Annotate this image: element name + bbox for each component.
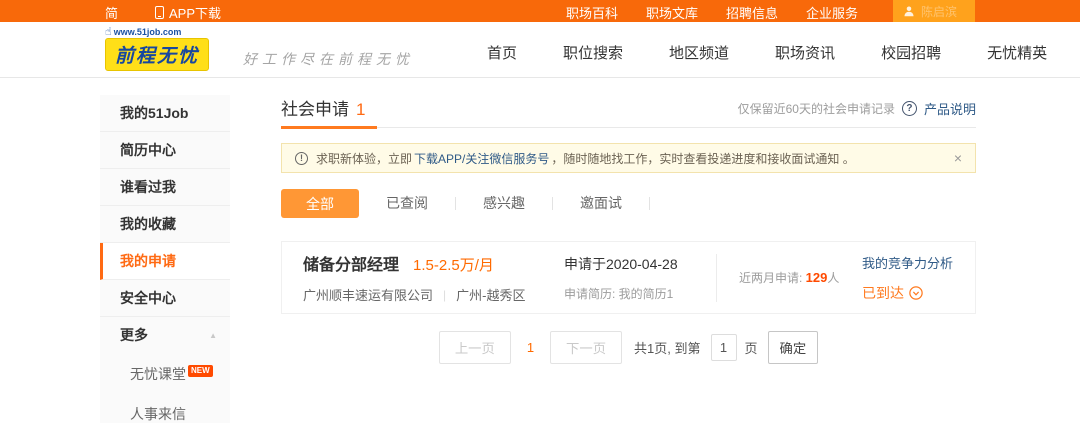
notice-text-suffix: ，随时随地找工作，实时查看投递进度和接收面试通知 。 — [551, 150, 854, 167]
applied-resume: 申请简历: 我的简历1 — [564, 285, 716, 302]
sidebar-item-security-center[interactable]: 安全中心 — [100, 280, 230, 317]
next-page-button[interactable]: 下一页 — [550, 331, 622, 364]
sidebar-item-label: 人事来信 — [130, 406, 186, 422]
recent-applicants-label: 近两月申请: — [739, 271, 806, 285]
sidebar-item-label: 我的收藏 — [120, 216, 176, 232]
nav-job-search[interactable]: 职位搜索 — [563, 42, 623, 63]
page-number-input[interactable] — [711, 334, 737, 361]
sidebar-item-label: 简历中心 — [120, 142, 176, 158]
tab-all[interactable]: 全部 — [281, 189, 359, 218]
recent-applicants-count: 129 — [806, 270, 828, 285]
filter-tabs: 全部 已查阅 感兴趣 邀面试 — [281, 189, 976, 218]
main-nav: 首页 职位搜索 地区频道 职场资讯 校园招聘 无忧精英 — [487, 42, 1047, 63]
section-header: 社会申请 1 仅保留近60天的社会申请记录 ? 产品说明 — [281, 95, 976, 128]
current-page: 1 — [527, 340, 534, 355]
top-menu: 职场百科 职场文库 招聘信息 企业服务 — [552, 3, 872, 22]
recent-applicants-unit: 人 — [827, 271, 839, 285]
recent-applicants-col: 近两月申请: 129人 — [739, 269, 862, 286]
phone-icon — [155, 6, 164, 19]
top-utility-bar: 简 APP下载 职场百科 职场文库 招聘信息 企业服务 陈启滨 — [0, 0, 1080, 22]
tab-interested[interactable]: 感兴趣 — [456, 197, 553, 210]
collapse-arrow-icon[interactable]: ▲ — [209, 317, 217, 354]
sidebar-item-label: 我的51Job — [120, 105, 188, 121]
sidebar-item-label: 更多 — [120, 327, 148, 343]
status-col: 我的竞争力分析 已到达 — [862, 253, 953, 303]
top-menu-recruit-info[interactable]: 招聘信息 — [712, 3, 792, 22]
sidebar-item-label: 无忧课堂 — [130, 366, 186, 382]
confirm-page-button[interactable]: 确定 — [768, 331, 819, 364]
vertical-divider — [716, 254, 717, 302]
notice-app-link[interactable]: 下载APP/关注微信服务号 — [414, 150, 549, 167]
page-title: 社会申请 — [281, 100, 349, 119]
new-badge: NEW — [188, 365, 213, 377]
app-download-link[interactable]: APP下载 — [155, 3, 221, 22]
applied-date: 申请于2020-04-28 — [564, 254, 716, 274]
job-location: 广州-越秀区 — [456, 285, 525, 304]
language-toggle[interactable]: 简 — [105, 3, 118, 22]
sidebar-item-label: 安全中心 — [120, 290, 176, 306]
sidebar-item-worry-free-class[interactable]: 无忧课堂NEW — [100, 354, 230, 394]
job-title-line: 储备分部经理 1.5-2.5万/月 — [303, 251, 564, 275]
user-name: 陈启滨 — [921, 3, 957, 20]
top-menu-workplace-wiki[interactable]: 职场百科 — [552, 3, 632, 22]
sidebar-item-my51job[interactable]: 我的51Job — [100, 95, 230, 132]
job-info-col: 储备分部经理 1.5-2.5万/月 广州顺丰速运有限公司 | 广州-越秀区 — [282, 251, 564, 304]
user-account-menu[interactable]: 陈启滨 — [893, 0, 975, 22]
close-icon[interactable]: × — [954, 151, 962, 165]
nav-workplace-news[interactable]: 职场资讯 — [775, 42, 835, 63]
site-header: ☝ www.51job.com 前程无忧 好工作尽在前程无忧 首页 职位搜索 地… — [0, 22, 1080, 78]
section-title-wrap: 社会申请 1 — [281, 95, 365, 120]
tab-invited[interactable]: 邀面试 — [553, 197, 650, 210]
main-content: 社会申请 1 仅保留近60天的社会申请记录 ? 产品说明 ! 求职新体验，立即 下… — [281, 95, 976, 364]
sidebar-item-who-viewed-me[interactable]: 谁看过我 — [100, 169, 230, 206]
sidebar-item-label: 我的申请 — [120, 253, 176, 269]
logo-url-row: ☝ www.51job.com — [105, 27, 209, 37]
nav-campus-recruit[interactable]: 校园招聘 — [881, 42, 941, 63]
chevron-down-circle-icon — [909, 286, 923, 300]
job-salary: 1.5-2.5万/月 — [413, 254, 494, 275]
job-title-link[interactable]: 储备分部经理 — [303, 251, 399, 275]
app-download-label: APP下载 — [169, 3, 221, 22]
top-menu-workplace-library[interactable]: 职场文库 — [632, 3, 712, 22]
sidebar-item-resume-center[interactable]: 简历中心 — [100, 132, 230, 169]
application-count: 1 — [356, 100, 365, 119]
application-status[interactable]: 已到达 — [862, 283, 953, 303]
logo-wordmark: 前程无忧 — [105, 38, 209, 71]
site-logo[interactable]: ☝ www.51job.com 前程无忧 — [105, 27, 209, 71]
alert-icon: ! — [295, 152, 308, 165]
sidebar-item-label: 谁看过我 — [120, 179, 176, 195]
sidebar-item-my-favorites[interactable]: 我的收藏 — [100, 206, 230, 243]
tab-viewed[interactable]: 已查阅 — [359, 197, 456, 210]
user-icon — [903, 5, 915, 17]
sidebar-item-more[interactable]: 更多 ▲ — [100, 317, 230, 354]
divider: | — [443, 288, 446, 302]
notice-banner: ! 求职新体验，立即 下载APP/关注微信服务号 ，随时随地找工作，实时查看投递… — [281, 143, 976, 173]
product-info-link[interactable]: 产品说明 — [924, 99, 976, 118]
sidebar-item-hr-letters[interactable]: 人事来信 — [100, 394, 230, 423]
brand-tagline: 好工作尽在前程无忧 — [243, 49, 414, 69]
company-line: 广州顺丰速运有限公司 | 广州-越秀区 — [303, 285, 564, 304]
section-header-right: 仅保留近60天的社会申请记录 ? 产品说明 — [738, 99, 976, 118]
apply-info-col: 申请于2020-04-28 申请简历: 我的简历1 — [564, 254, 716, 302]
page-suffix-label: 页 — [745, 338, 758, 357]
status-label: 已到达 — [862, 283, 904, 303]
nav-elite[interactable]: 无忧精英 — [987, 42, 1047, 63]
nav-region-channel[interactable]: 地区频道 — [669, 42, 729, 63]
page-total-label: 共1页, 到第 — [634, 338, 700, 357]
prev-page-button[interactable]: 上一页 — [439, 331, 511, 364]
sidebar: 我的51Job 简历中心 谁看过我 我的收藏 我的申请 安全中心 更多 ▲ 无忧… — [100, 95, 230, 423]
application-row: 储备分部经理 1.5-2.5万/月 广州顺丰速运有限公司 | 广州-越秀区 申请… — [281, 241, 976, 314]
sidebar-item-my-applications[interactable]: 我的申请 — [100, 243, 230, 280]
pagination: 上一页 1 下一页 共1页, 到第 页 确定 — [281, 331, 976, 364]
page: 简 APP下载 职场百科 职场文库 招聘信息 企业服务 陈启滨 ☝ www.51… — [0, 0, 1080, 423]
help-icon[interactable]: ? — [902, 101, 917, 116]
retention-note: 仅保留近60天的社会申请记录 — [738, 100, 895, 117]
notice-text-prefix: 求职新体验，立即 — [316, 150, 412, 167]
company-name[interactable]: 广州顺丰速运有限公司 — [303, 285, 433, 304]
top-menu-enterprise-service[interactable]: 企业服务 — [792, 3, 872, 22]
logo-url-text: www.51job.com — [114, 27, 182, 37]
nav-home[interactable]: 首页 — [487, 42, 517, 63]
hand-pointer-icon: ☝ — [105, 27, 112, 37]
competitiveness-link[interactable]: 我的竞争力分析 — [862, 253, 953, 272]
